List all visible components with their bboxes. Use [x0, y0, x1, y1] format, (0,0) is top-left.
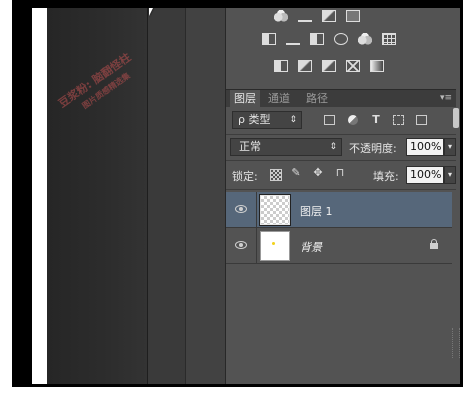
posterize-icon[interactable] — [298, 60, 313, 72]
divider — [226, 189, 456, 190]
exposure-icon[interactable] — [346, 10, 361, 22]
chevron-updown-icon: ⇕ — [289, 115, 297, 125]
screenshot-frame: 豆浆粉: 脑翻怪柱 图片质感精选集 图层 通道 路径 ▾≡ ρ 类型 ⇕ T 正… — [12, 0, 463, 387]
visibility-eye-icon[interactable] — [235, 205, 247, 213]
type-filter-icon[interactable]: T — [370, 114, 382, 126]
adjustments-panel — [226, 8, 451, 86]
canvas-area: 豆浆粉: 脑翻怪柱 图片质感精选集 — [47, 8, 147, 384]
photofilter-icon[interactable] — [334, 33, 349, 45]
adjustments-row-3 — [274, 60, 389, 76]
eye-column-divider — [256, 192, 257, 227]
bw-icon[interactable] — [310, 33, 325, 45]
image-filter-icon[interactable] — [324, 115, 335, 125]
tab-paths[interactable]: 路径 — [302, 90, 332, 107]
tab-channels[interactable]: 通道 — [264, 90, 294, 107]
search-icon: ρ — [238, 113, 245, 126]
filter-kind-select[interactable]: ρ 类型 ⇕ — [232, 111, 302, 129]
document-edge — [32, 8, 47, 384]
selectivecolor-icon[interactable] — [346, 60, 361, 72]
gradientmap-icon[interactable] — [370, 60, 385, 72]
layer-thumbnail — [260, 231, 290, 261]
opacity-label: 不透明度: — [349, 142, 397, 155]
panel-resize-grip[interactable] — [452, 328, 460, 358]
fill-label: 填充: — [373, 170, 399, 183]
visibility-eye-icon[interactable] — [235, 241, 247, 249]
eye-column-divider — [256, 228, 257, 263]
mouse-cursor — [149, 8, 155, 16]
layer-row-layer1[interactable]: 图层 1 — [226, 192, 452, 228]
divider — [226, 134, 456, 135]
watermark: 豆浆粉: 脑翻怪柱 图片质感精选集 — [55, 49, 141, 122]
layer-name[interactable]: 背景 — [300, 239, 322, 255]
tab-layers[interactable]: 图层 — [230, 90, 260, 107]
layer-thumbnail — [259, 194, 291, 226]
channelmixer-icon[interactable] — [358, 33, 373, 45]
lock-paint-icon[interactable]: ✎ — [290, 167, 302, 179]
photoshop-workspace: 豆浆粉: 脑翻怪柱 图片质感精选集 图层 通道 路径 ▾≡ ρ 类型 ⇕ T 正… — [32, 8, 460, 384]
levels-icon[interactable] — [298, 10, 313, 22]
curves-icon[interactable] — [322, 10, 337, 22]
adjustment-filter-icon[interactable] — [348, 115, 358, 125]
right-panels: 图层 通道 路径 ▾≡ ρ 类型 ⇕ T 正常 ⇕ 不透明度: 100% ▾ 锁… — [225, 8, 460, 384]
panel-scrollbar[interactable] — [453, 108, 459, 128]
lock-icon — [430, 239, 438, 249]
opacity-dropdown-icon[interactable]: ▾ — [444, 138, 456, 156]
vibrance-icon[interactable] — [262, 33, 276, 45]
adjustments-row-2 — [262, 33, 401, 49]
layer-row-background[interactable]: 背景 — [226, 228, 452, 264]
filter-kind-value: 类型 — [248, 113, 271, 126]
lock-all-icon[interactable]: ⊓ — [334, 167, 346, 179]
lock-pixels-icon[interactable] — [270, 169, 282, 181]
fill-dropdown-icon[interactable]: ▾ — [444, 166, 456, 184]
lock-move-icon[interactable]: ✥ — [312, 167, 324, 179]
balance-icon[interactable] — [286, 33, 301, 45]
threshold-icon[interactable] — [322, 60, 337, 72]
opacity-input[interactable]: 100% — [406, 138, 444, 156]
chevron-updown-icon: ⇕ — [329, 142, 337, 152]
layer-filter-bar: ρ 类型 ⇕ T — [226, 108, 451, 132]
invert-icon[interactable] — [274, 60, 288, 72]
smartobject-filter-icon[interactable] — [416, 115, 427, 125]
lookup-icon[interactable] — [382, 33, 397, 45]
panel-dock-strip — [147, 8, 186, 384]
adjustments-row-1 — [274, 10, 365, 26]
panel-dock-strip-2 — [185, 8, 226, 384]
layer-name[interactable]: 图层 1 — [300, 203, 333, 219]
divider — [226, 160, 456, 161]
shape-filter-icon[interactable] — [393, 115, 404, 125]
panel-menu-icon[interactable]: ▾≡ — [440, 90, 452, 107]
blend-mode-value: 正常 — [239, 140, 261, 153]
blend-mode-select[interactable]: 正常 ⇕ — [230, 138, 342, 156]
fill-input[interactable]: 100% — [406, 166, 444, 184]
thumbnail-dot — [272, 242, 275, 245]
layers-panel-tabs: 图层 通道 路径 ▾≡ — [226, 89, 456, 107]
lock-label: 锁定: — [232, 170, 258, 183]
brightness-icon[interactable] — [274, 10, 288, 22]
